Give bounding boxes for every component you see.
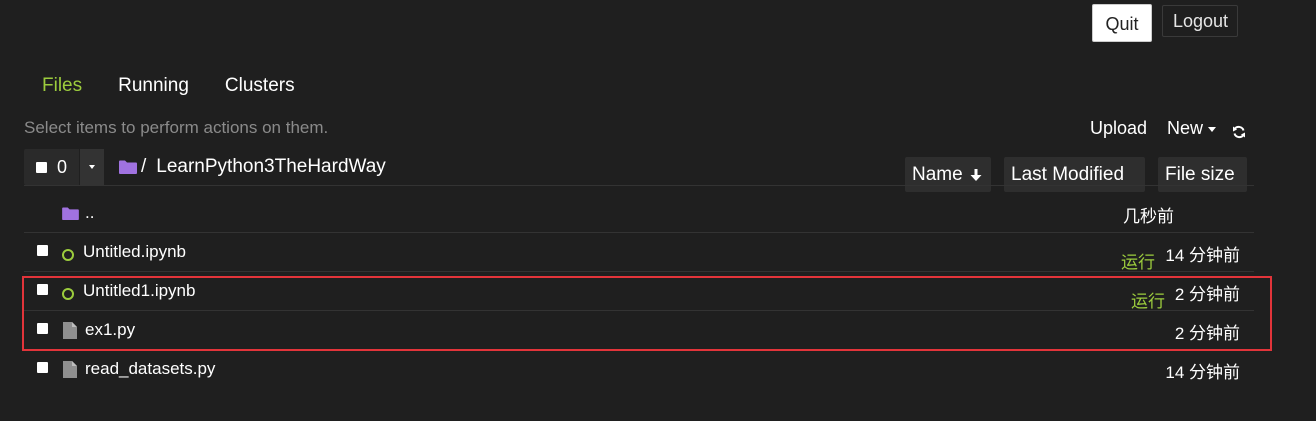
- file-icon: [63, 322, 77, 339]
- sort-by-modified-button[interactable]: Last Modified: [1004, 157, 1145, 192]
- new-dropdown-button[interactable]: New: [1167, 118, 1217, 139]
- running-notebook-icon: [62, 249, 74, 261]
- new-label: New: [1167, 118, 1204, 138]
- arrow-down-icon: [970, 168, 982, 181]
- upload-button[interactable]: Upload: [1090, 118, 1147, 139]
- breadcrumb-folder[interactable]: LearnPython3TheHardWay: [156, 156, 386, 178]
- running-status: 运行: [1131, 292, 1165, 311]
- item-modified: 2 分钟前: [1174, 324, 1240, 343]
- item-modified: 几秒前: [1123, 207, 1174, 226]
- item-name[interactable]: Untitled1.ipynb: [83, 281, 195, 301]
- breadcrumb-root[interactable]: /: [119, 156, 156, 178]
- item-name[interactable]: ex1.py: [85, 320, 135, 340]
- item-checkbox[interactable]: [37, 284, 48, 295]
- list-item[interactable]: ex1.py 2 分钟前: [24, 314, 1254, 352]
- sort-by-size-button[interactable]: File size: [1158, 157, 1247, 192]
- refresh-icon[interactable]: [1232, 123, 1246, 138]
- list-item[interactable]: read_datasets.py 14 分钟前: [24, 353, 1254, 391]
- sort-by-name-button[interactable]: Name: [905, 157, 991, 192]
- list-item-parent[interactable]: .. 几秒前: [24, 196, 1254, 234]
- tab-bar: Files Running Clusters: [24, 64, 313, 108]
- running-notebook-icon: [62, 288, 74, 300]
- breadcrumb-separator: /: [141, 156, 147, 177]
- file-icon: [63, 361, 77, 378]
- item-name[interactable]: read_datasets.py: [85, 359, 215, 379]
- item-modified: 14 分钟前: [1165, 363, 1240, 382]
- column-name-label: Name: [912, 164, 963, 185]
- caret-down-icon: [89, 165, 95, 169]
- folder-icon: [119, 160, 137, 174]
- tab-files[interactable]: Files: [24, 64, 100, 108]
- item-modified: 14 分钟前: [1165, 246, 1240, 265]
- selected-count: 0: [57, 156, 68, 177]
- item-modified: 2 分钟前: [1174, 285, 1240, 304]
- breadcrumb: / LearnPython3TheHardWay: [119, 149, 386, 185]
- item-checkbox[interactable]: [37, 245, 48, 256]
- select-all-checkbox[interactable]: [36, 161, 47, 173]
- file-actions: Upload New: [1090, 118, 1246, 139]
- tab-running[interactable]: Running: [100, 64, 207, 108]
- tab-clusters[interactable]: Clusters: [207, 64, 313, 108]
- item-name[interactable]: ..: [85, 203, 94, 223]
- logout-button[interactable]: Logout: [1162, 5, 1238, 37]
- caret-down-icon: [1208, 127, 1217, 132]
- item-name[interactable]: Untitled.ipynb: [83, 242, 186, 262]
- select-all-toggle[interactable]: 0: [24, 149, 79, 185]
- list-item[interactable]: Untitled1.ipynb 运行 2 分钟前: [24, 275, 1254, 313]
- list-item[interactable]: Untitled.ipynb 运行 14 分钟前: [24, 236, 1254, 274]
- item-checkbox[interactable]: [37, 362, 48, 373]
- folder-icon: [62, 207, 79, 220]
- item-checkbox[interactable]: [37, 323, 48, 334]
- quit-button[interactable]: Quit: [1092, 4, 1152, 42]
- selection-hint: Select items to perform actions on them.: [24, 118, 329, 137]
- select-all-group: 0: [24, 149, 104, 185]
- list-divider: [24, 185, 1254, 186]
- select-menu-dropdown[interactable]: [79, 149, 104, 185]
- running-status: 运行: [1121, 253, 1155, 272]
